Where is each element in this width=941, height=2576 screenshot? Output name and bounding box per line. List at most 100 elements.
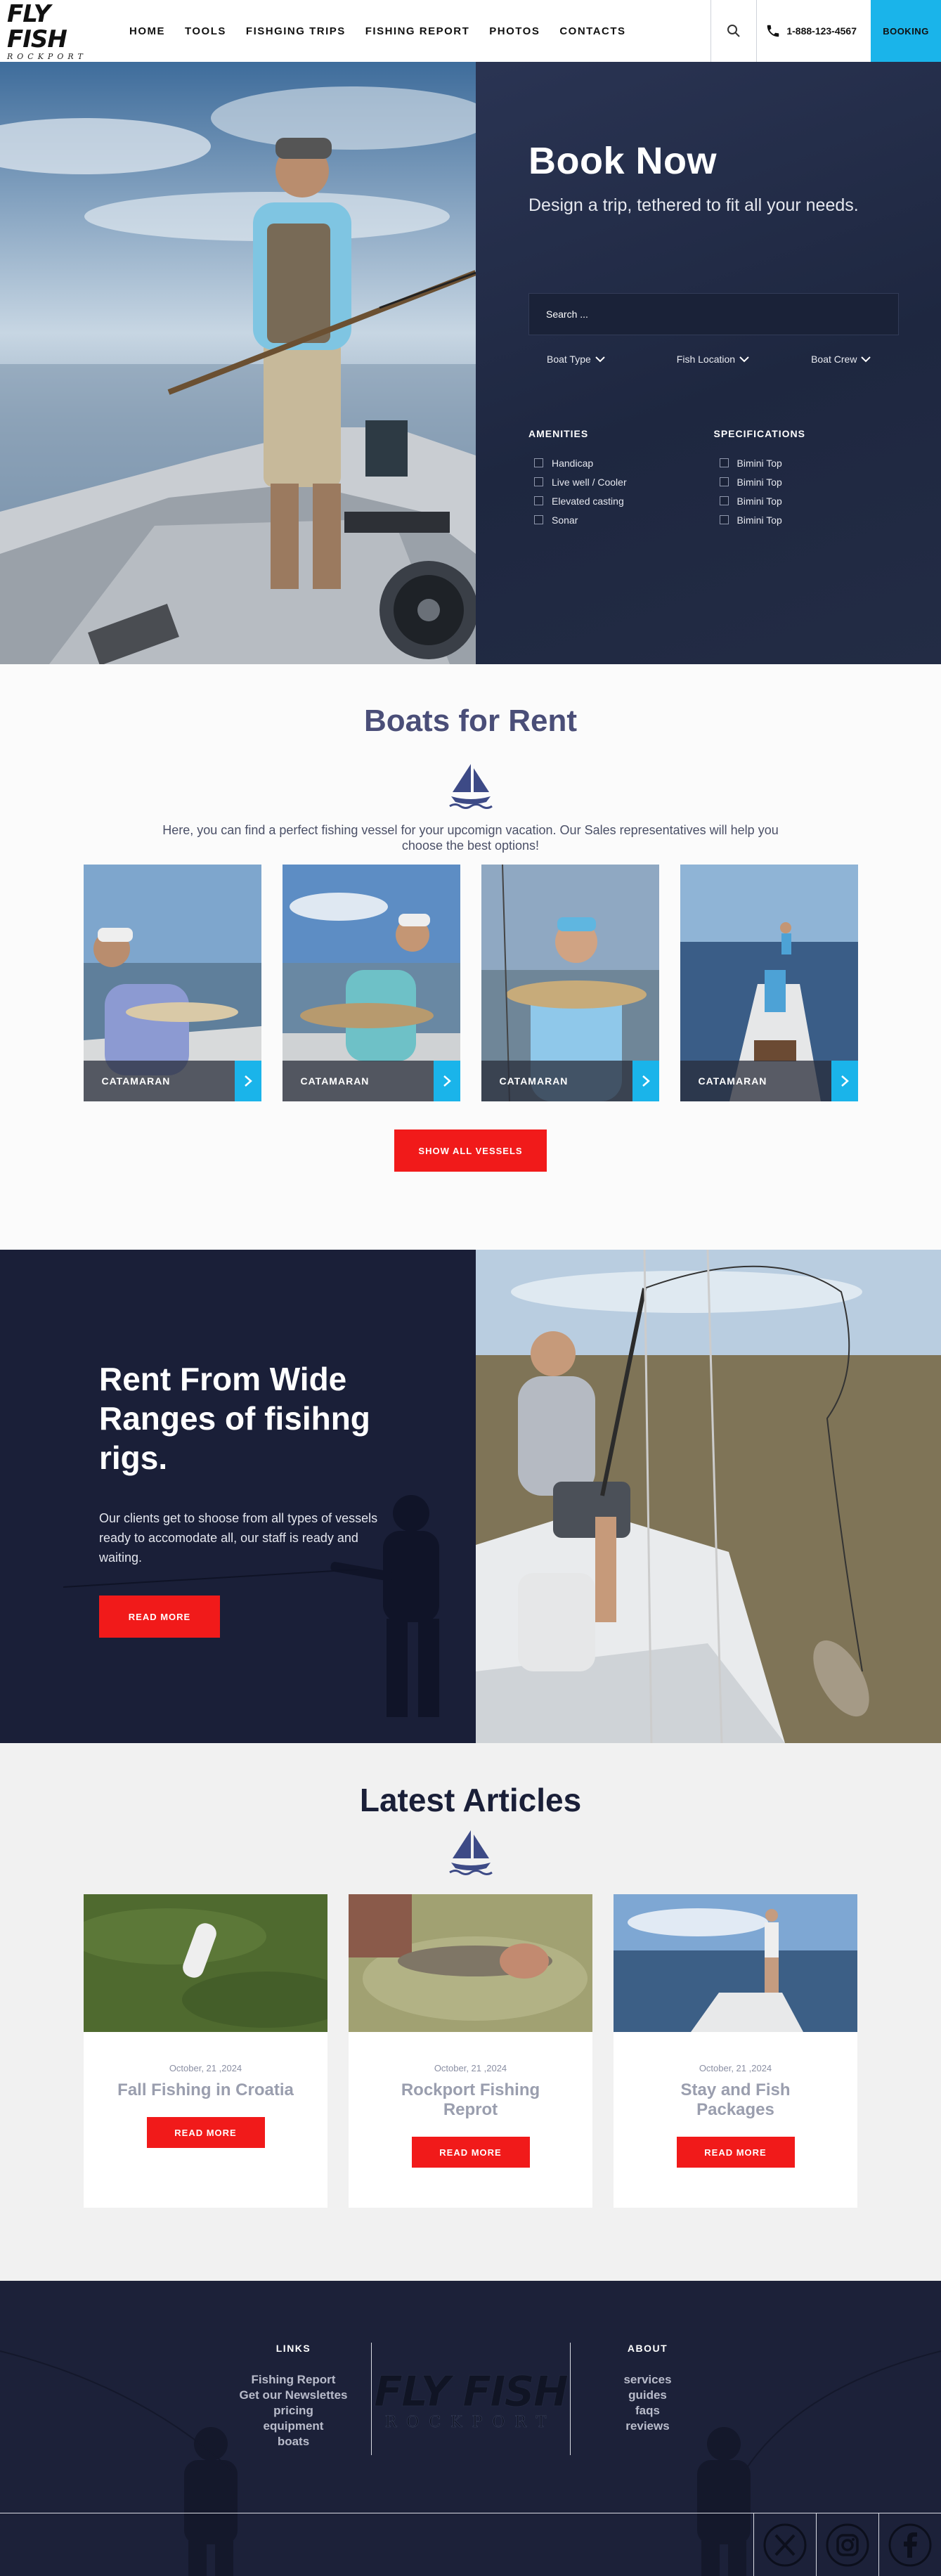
spec-label: Bimini Top xyxy=(736,495,782,507)
card-caption: CATAMARAN xyxy=(481,1061,659,1101)
trip-search-input[interactable]: Search ... xyxy=(528,293,899,335)
phone-link[interactable]: 1-888-123-4567 xyxy=(757,0,871,62)
footer-link-equipment[interactable]: equipment xyxy=(223,2419,364,2434)
booking-button[interactable]: BOOKING xyxy=(871,0,941,62)
spec-bimini-top[interactable]: Bimini Top xyxy=(719,510,900,529)
checkbox[interactable] xyxy=(534,477,543,486)
menu-home[interactable]: HOME xyxy=(129,25,165,37)
boat-card[interactable]: CATAMARAN xyxy=(680,865,858,1101)
main-menu: HOME TOOLS FISHGING TRIPS FISHING REPORT… xyxy=(129,25,626,37)
footer-link-reviews[interactable]: reviews xyxy=(578,2419,718,2434)
menu-tools[interactable]: TOOLS xyxy=(185,25,226,37)
footer-link-newsletter[interactable]: Get our Newslettes xyxy=(223,2388,364,2403)
section-title: Latest Articles xyxy=(359,1782,582,1818)
footer-logo[interactable]: FLY FISH ROCKPORT xyxy=(370,2343,571,2455)
instagram-link[interactable] xyxy=(816,2513,878,2576)
facebook-icon xyxy=(888,2523,932,2566)
boat-card[interactable]: CATAMARAN xyxy=(83,865,261,1101)
site-logo[interactable]: FLY FISH ROCKPORT xyxy=(0,1,112,61)
article-date: October, 21 ,2024 xyxy=(434,2063,507,2073)
rent-content: Rent From Wide Ranges of fisihng rigs. O… xyxy=(0,1250,476,1743)
checkbox[interactable] xyxy=(534,496,543,505)
chevron-down-icon xyxy=(595,356,605,363)
checkbox[interactable] xyxy=(534,458,543,467)
amenity-label: Sonar xyxy=(552,514,578,526)
amenities-heading: AMENITIES xyxy=(528,428,589,439)
site-footer: LINKS Fishing Report Get our Newslettes … xyxy=(0,2281,941,2576)
checkbox[interactable] xyxy=(719,496,729,505)
menu-photos[interactable]: PHOTOS xyxy=(489,25,540,37)
boat-card[interactable]: CATAMARAN xyxy=(481,865,659,1101)
specifications-heading: SPECIFICATIONS xyxy=(713,428,805,439)
card-arrow-button[interactable] xyxy=(831,1061,858,1101)
article-title[interactable]: Stay and Fish Packages xyxy=(614,2080,857,2120)
x-link[interactable] xyxy=(753,2513,816,2576)
article-card[interactable]: October, 21 ,2024 Stay and Fish Packages… xyxy=(614,1894,857,2208)
boat-card[interactable]: CATAMARAN xyxy=(282,865,460,1101)
footer-link-boats[interactable]: boats xyxy=(223,2434,364,2449)
amenity-elevated-casting[interactable]: Elevated casting xyxy=(534,491,714,510)
boat-crew-dropdown[interactable]: Boat Crew xyxy=(811,354,871,365)
card-caption: CATAMARAN xyxy=(282,1061,460,1101)
boats-for-rent-section: Boats for Rent Here, you can find a perf… xyxy=(0,664,941,1250)
amenity-handicap[interactable]: Handicap xyxy=(534,453,714,472)
chevron-right-icon xyxy=(841,1075,849,1087)
spec-bimini-top[interactable]: Bimini Top xyxy=(719,453,900,472)
footer-link-fishing-report[interactable]: Fishing Report xyxy=(223,2372,364,2388)
article-card[interactable]: October, 21 ,2024 Fall Fishing in Croati… xyxy=(84,1894,327,2208)
menu-fishing-report[interactable]: FISHING REPORT xyxy=(365,25,470,37)
article-title[interactable]: Rockport Fishing Reprot xyxy=(349,2080,592,2120)
show-all-vessels-button[interactable]: SHOW ALL VESSELS xyxy=(394,1130,547,1172)
chevron-down-icon xyxy=(739,356,749,363)
logo-text: FLY FISH xyxy=(7,0,67,53)
search-button[interactable] xyxy=(710,0,758,62)
footer-link-services[interactable]: services xyxy=(578,2372,718,2388)
logo-subtext: ROCKPORT xyxy=(7,51,87,61)
amenity-sonar[interactable]: Sonar xyxy=(534,510,714,529)
card-label: CATAMARAN xyxy=(499,1075,569,1087)
card-label: CATAMARAN xyxy=(698,1075,767,1087)
menu-fishing-trips[interactable]: FISHGING TRIPS xyxy=(246,25,346,37)
chevron-down-icon xyxy=(861,356,871,363)
read-more-button[interactable]: READ MORE xyxy=(146,2117,265,2148)
hero-section: Book Now Design a trip, tethered to fit … xyxy=(0,62,941,664)
sailboat-icon xyxy=(448,764,493,809)
facebook-link[interactable] xyxy=(878,2513,941,2576)
article-date: October, 21 ,2024 xyxy=(169,2063,242,2073)
booking-panel: Book Now Design a trip, tethered to fit … xyxy=(476,62,941,664)
spec-bimini-top[interactable]: Bimini Top xyxy=(719,472,900,491)
article-title[interactable]: Fall Fishing in Croatia xyxy=(84,2080,327,2100)
footer-link-guides[interactable]: guides xyxy=(578,2388,718,2403)
amenity-livewell[interactable]: Live well / Cooler xyxy=(534,472,714,491)
amenity-label: Elevated casting xyxy=(552,495,624,507)
fish-location-dropdown[interactable]: Fish Location xyxy=(677,354,749,365)
checkbox[interactable] xyxy=(534,515,543,524)
checkbox[interactable] xyxy=(719,515,729,524)
card-arrow-button[interactable] xyxy=(632,1061,659,1101)
card-arrow-button[interactable] xyxy=(433,1061,460,1101)
filter-label: Boat Type xyxy=(547,354,591,365)
checkbox[interactable] xyxy=(719,477,729,486)
read-more-button[interactable]: READ MORE xyxy=(676,2137,795,2168)
card-label: CATAMARAN xyxy=(300,1075,370,1087)
article-card[interactable]: October, 21 ,2024 Rockport Fishing Repro… xyxy=(349,1894,592,2208)
footer-link-pricing[interactable]: pricing xyxy=(223,2403,364,2419)
spec-label: Bimini Top xyxy=(736,476,782,488)
article-photo xyxy=(84,1894,327,2032)
footer-logo-text: FLY FISH xyxy=(374,2367,569,2416)
card-arrow-button[interactable] xyxy=(234,1061,261,1101)
read-more-button[interactable]: READ MORE xyxy=(411,2137,530,2168)
hero-photo-angler xyxy=(0,62,476,664)
read-more-button[interactable]: READ MORE xyxy=(99,1596,220,1638)
amenities-column: AMENITIES Handicap Live well / Cooler El… xyxy=(528,428,714,529)
article-photo xyxy=(349,1894,592,2032)
spec-bimini-top[interactable]: Bimini Top xyxy=(719,491,900,510)
amenity-label: Live well / Cooler xyxy=(552,476,627,488)
menu-contacts[interactable]: CONTACTS xyxy=(559,25,625,37)
checkbox[interactable] xyxy=(719,458,729,467)
boat-type-dropdown[interactable]: Boat Type xyxy=(547,354,605,365)
filter-label: Fish Location xyxy=(676,354,736,365)
top-nav: FLY FISH ROCKPORT HOME TOOLS FISHGING TR… xyxy=(0,0,941,62)
footer-link-faqs[interactable]: faqs xyxy=(578,2403,718,2419)
footer-links-column: LINKS Fishing Report Get our Newslettes … xyxy=(223,2343,364,2455)
